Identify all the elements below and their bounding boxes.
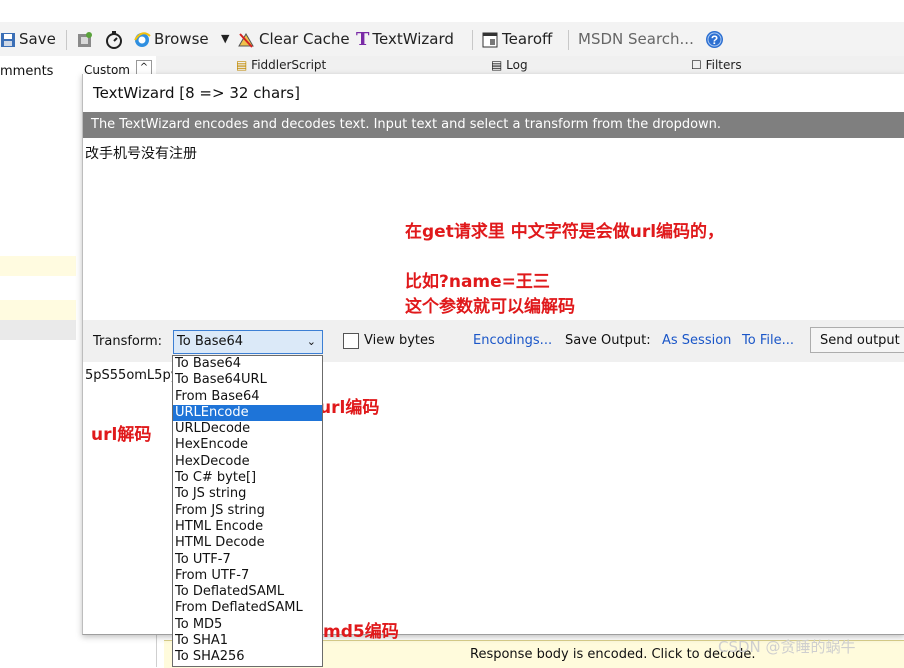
output-text: 5pS55omL5pyl: [85, 368, 183, 383]
textwizard-button[interactable]: T TextWizard: [356, 22, 454, 56]
browse-dropdown[interactable]: ▼: [221, 22, 229, 56]
transform-label: Transform:: [93, 334, 163, 349]
internet-explorer-icon: [134, 31, 151, 47]
sessions-comments-column: mments: [0, 56, 77, 667]
transform-option[interactable]: To Base64: [173, 356, 322, 372]
session-row-highlight: [0, 256, 82, 276]
comments-header: mments: [0, 64, 54, 79]
screenshot-button[interactable]: [76, 22, 97, 56]
textwizard-label: TextWizard: [372, 30, 454, 48]
inspector-tabs: ▤ FiddlerScript ▤ Log ☐ Filters: [156, 56, 904, 75]
view-bytes-label: View bytes: [364, 333, 435, 348]
tearoff-window-icon: [482, 32, 498, 47]
chevron-down-icon: ⌄: [306, 335, 316, 348]
tearoff-label: Tearoff: [502, 30, 553, 48]
transform-option[interactable]: To MD5: [173, 617, 322, 633]
transform-option[interactable]: From UTF-7: [173, 568, 322, 584]
transform-option[interactable]: URLEncode: [173, 404, 322, 422]
save-label: Save: [19, 30, 56, 48]
clear-cache-button[interactable]: Clear Cache: [236, 22, 350, 56]
annotation-url-decode: url解码: [91, 425, 152, 445]
timer-button[interactable]: [104, 22, 127, 56]
tab-log-label: Log: [506, 58, 528, 72]
view-bytes-checkbox[interactable]: [343, 333, 359, 349]
to-file-link[interactable]: To File...: [742, 333, 794, 348]
toolbar-separator: [472, 30, 473, 50]
toolbar-separator: [66, 30, 67, 50]
transform-option[interactable]: HexEncode: [173, 437, 322, 453]
send-output-button[interactable]: Send output t: [810, 327, 904, 353]
session-row-highlight: [0, 300, 82, 320]
save-icon: [1, 32, 15, 47]
transform-option[interactable]: URLDecode: [173, 421, 322, 437]
annotation-note-line3: 这个参数就可以编解码: [405, 297, 575, 317]
stopwatch-icon: [106, 30, 122, 49]
dropdown-arrow-icon: ▼: [221, 32, 230, 45]
transform-option[interactable]: To SHA1: [173, 633, 322, 649]
textwizard-icon: T: [356, 28, 370, 50]
dialog-title: TextWizard [8 => 32 chars]: [83, 74, 904, 112]
transform-select[interactable]: To Base64 ⌄: [173, 330, 323, 354]
camera-clipboard-icon: [78, 31, 92, 47]
transform-option[interactable]: To JS string: [173, 486, 322, 502]
response-notice-text: Response body is encoded. Click to decod…: [470, 647, 756, 662]
help-button[interactable]: ?: [705, 22, 727, 56]
tearoff-button[interactable]: Tearoff: [481, 22, 552, 56]
transform-option[interactable]: From DeflatedSAML: [173, 600, 322, 616]
annotation-url-encode: url编码: [319, 398, 380, 418]
transform-option[interactable]: HTML Decode: [173, 535, 322, 551]
toolbar-separator: [568, 30, 569, 50]
clear-cache-icon: [238, 32, 254, 48]
save-button[interactable]: Save: [0, 22, 56, 56]
transform-dropdown-list[interactable]: To Base64 To Base64URL From Base64 URLEncod…: [172, 355, 323, 667]
transform-option[interactable]: HTML Encode: [173, 519, 322, 535]
input-text: 改手机号没有注册: [85, 146, 197, 162]
transform-option[interactable]: To SHA256: [173, 649, 322, 665]
tab-filters-label: Filters: [705, 58, 742, 72]
msdn-search-input[interactable]: MSDN Search...: [578, 22, 694, 56]
transform-option[interactable]: To C# byte[]: [173, 470, 322, 486]
tab-filters[interactable]: ☐ Filters: [691, 58, 742, 72]
annotation-note-line2: 比如?name=王三: [405, 272, 550, 292]
script-icon: ▤: [236, 58, 248, 72]
toolbar: Save Browse ▼ Clear Cache T TextWizard Te…: [0, 22, 904, 57]
transform-option[interactable]: From Base64: [173, 389, 322, 405]
transform-option[interactable]: To DeflatedSAML: [173, 584, 322, 600]
description-banner: The TextWizard encodes and decodes text.…: [83, 112, 904, 138]
tab-fiddlerscript-label: FiddlerScript: [251, 58, 327, 72]
browse-button[interactable]: Browse: [133, 22, 209, 56]
encodings-link[interactable]: Encodings...: [473, 333, 552, 348]
log-icon: ▤: [491, 58, 503, 72]
watermark: CSDN @贪睡的蜗牛: [718, 638, 856, 656]
session-row-selected: [0, 320, 82, 340]
transform-option[interactable]: To UTF-7: [173, 552, 322, 568]
clear-cache-label: Clear Cache: [259, 30, 350, 48]
question-circle-icon: ?: [706, 31, 723, 48]
checkbox-icon: ☐: [691, 58, 702, 72]
tab-fiddlerscript[interactable]: ▤ FiddlerScript: [236, 58, 326, 72]
save-output-label: Save Output:: [565, 333, 651, 348]
svg-text:?: ?: [711, 33, 718, 47]
transform-selected-value: To Base64: [177, 334, 244, 349]
as-session-link[interactable]: As Session: [662, 333, 731, 348]
annotation-note-line1: 在get请求里 中文字符是会做url编码的，: [405, 222, 725, 242]
transform-option[interactable]: HexDecode: [173, 454, 322, 470]
tab-log[interactable]: ▤ Log: [491, 58, 528, 72]
transform-option[interactable]: To Base64URL: [173, 372, 322, 388]
transform-option[interactable]: From JS string: [173, 503, 322, 519]
browse-label: Browse: [154, 30, 209, 48]
